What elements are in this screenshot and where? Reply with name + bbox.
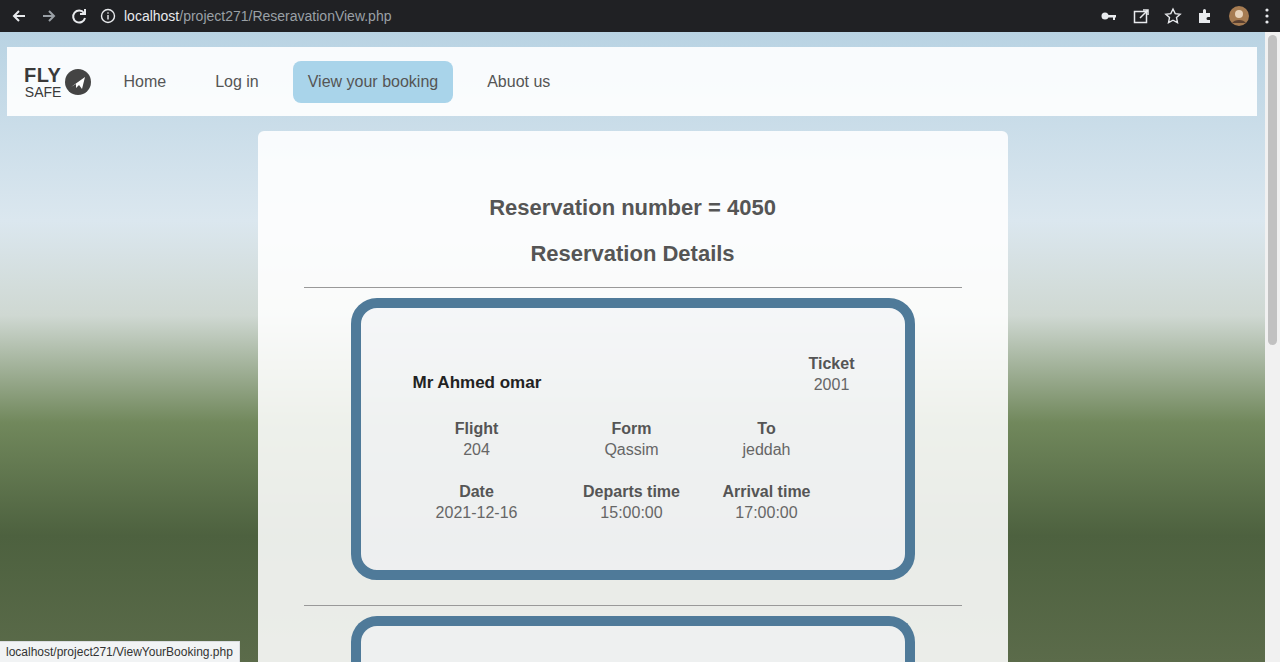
- field-label: Departs time: [552, 481, 712, 502]
- back-arrow-icon[interactable]: [10, 7, 28, 25]
- field-label: Date: [402, 481, 552, 502]
- field-value: 204: [402, 439, 552, 460]
- field-label: Form: [552, 418, 712, 439]
- logo-text: FLYSAFE: [24, 65, 61, 99]
- ticket-card: Mr Ahmed omar Ticket2001 Flight204FormQass…: [351, 298, 915, 580]
- nav-item[interactable]: Home: [108, 61, 181, 103]
- extensions-icon[interactable]: [1196, 7, 1214, 25]
- url-path: /project271/ReseravationView.php: [179, 8, 391, 24]
- field-value: 17:00:00: [712, 502, 822, 523]
- field-label: Flight: [402, 418, 552, 439]
- navbar: FLYSAFE Home Log in View your booking Abuot …: [7, 47, 1257, 116]
- scrollbar[interactable]: [1265, 32, 1280, 662]
- reservation-card: Reservation number = 4050 Reservation Det…: [258, 131, 1008, 662]
- airplane-icon: [63, 67, 93, 97]
- avatar-icon[interactable]: [1228, 5, 1250, 27]
- menu-icon[interactable]: [1264, 7, 1270, 25]
- field-value: jeddah: [712, 439, 822, 460]
- reservation-heading: Reservation number = 4050: [489, 195, 776, 221]
- info-icon[interactable]: [100, 8, 116, 24]
- logo[interactable]: FLYSAFE: [24, 65, 93, 99]
- ticket-field: Tojeddah: [712, 418, 822, 460]
- ticket-label: Ticket: [792, 353, 872, 374]
- nav-item[interactable]: Abuot us: [472, 61, 565, 103]
- ticket-number: 2001: [792, 374, 872, 395]
- field-value: Qassim: [552, 439, 712, 460]
- browser-toolbar: localhost/project271/ReseravationView.ph…: [0, 0, 1280, 32]
- key-icon[interactable]: [1100, 7, 1118, 25]
- nav-item[interactable]: View your booking: [293, 61, 453, 103]
- ticket-field: FormQassim: [552, 418, 712, 460]
- divider: [304, 605, 962, 606]
- reservation-subheading: Reservation Details: [530, 241, 734, 267]
- ticket-fields: Flight204FormQassimTojeddah Date2021-12-1…: [361, 418, 905, 523]
- nav-item[interactable]: Log in: [200, 61, 274, 103]
- url-host: localhost: [124, 8, 179, 24]
- ticket-field: Arrival time17:00:00: [712, 481, 822, 523]
- status-url: localhost/project271/ViewYourBooking.php: [0, 641, 240, 662]
- page-viewport: FLYSAFE Home Log in View your booking Abuot …: [0, 32, 1280, 662]
- ticket-number-block: Ticket2001: [792, 353, 872, 395]
- ticket-field: Flight204: [402, 418, 552, 460]
- nav-menu: Home Log in View your booking Abuot us: [108, 61, 565, 103]
- url-text: localhost/project271/ReseravationView.ph…: [124, 8, 391, 24]
- address-bar[interactable]: localhost/project271/ReseravationView.ph…: [100, 8, 1088, 24]
- field-label: To: [712, 418, 822, 439]
- share-icon[interactable]: [1132, 7, 1150, 25]
- field-label: Arrival time: [712, 481, 822, 502]
- forward-arrow-icon[interactable]: [40, 7, 58, 25]
- logo-title: FLY: [24, 65, 61, 85]
- field-value: 2021-12-16: [402, 502, 552, 523]
- logo-subtitle: SAFE: [25, 85, 62, 99]
- passenger-name: Mr Ahmed omar: [413, 373, 542, 395]
- star-icon[interactable]: [1164, 7, 1182, 25]
- toolbar-actions: [1100, 5, 1270, 27]
- scrollbar-thumb[interactable]: [1268, 35, 1277, 345]
- ticket-card: [351, 616, 915, 662]
- divider: [304, 287, 962, 288]
- field-value: 15:00:00: [552, 502, 712, 523]
- ticket-field: Date2021-12-16: [402, 481, 552, 523]
- page-content: FLYSAFE Home Log in View your booking Abuot …: [0, 32, 1265, 662]
- reload-icon[interactable]: [70, 7, 88, 25]
- ticket-field: Departs time15:00:00: [552, 481, 712, 523]
- ticket-header: Mr Ahmed omar Ticket2001: [361, 353, 905, 395]
